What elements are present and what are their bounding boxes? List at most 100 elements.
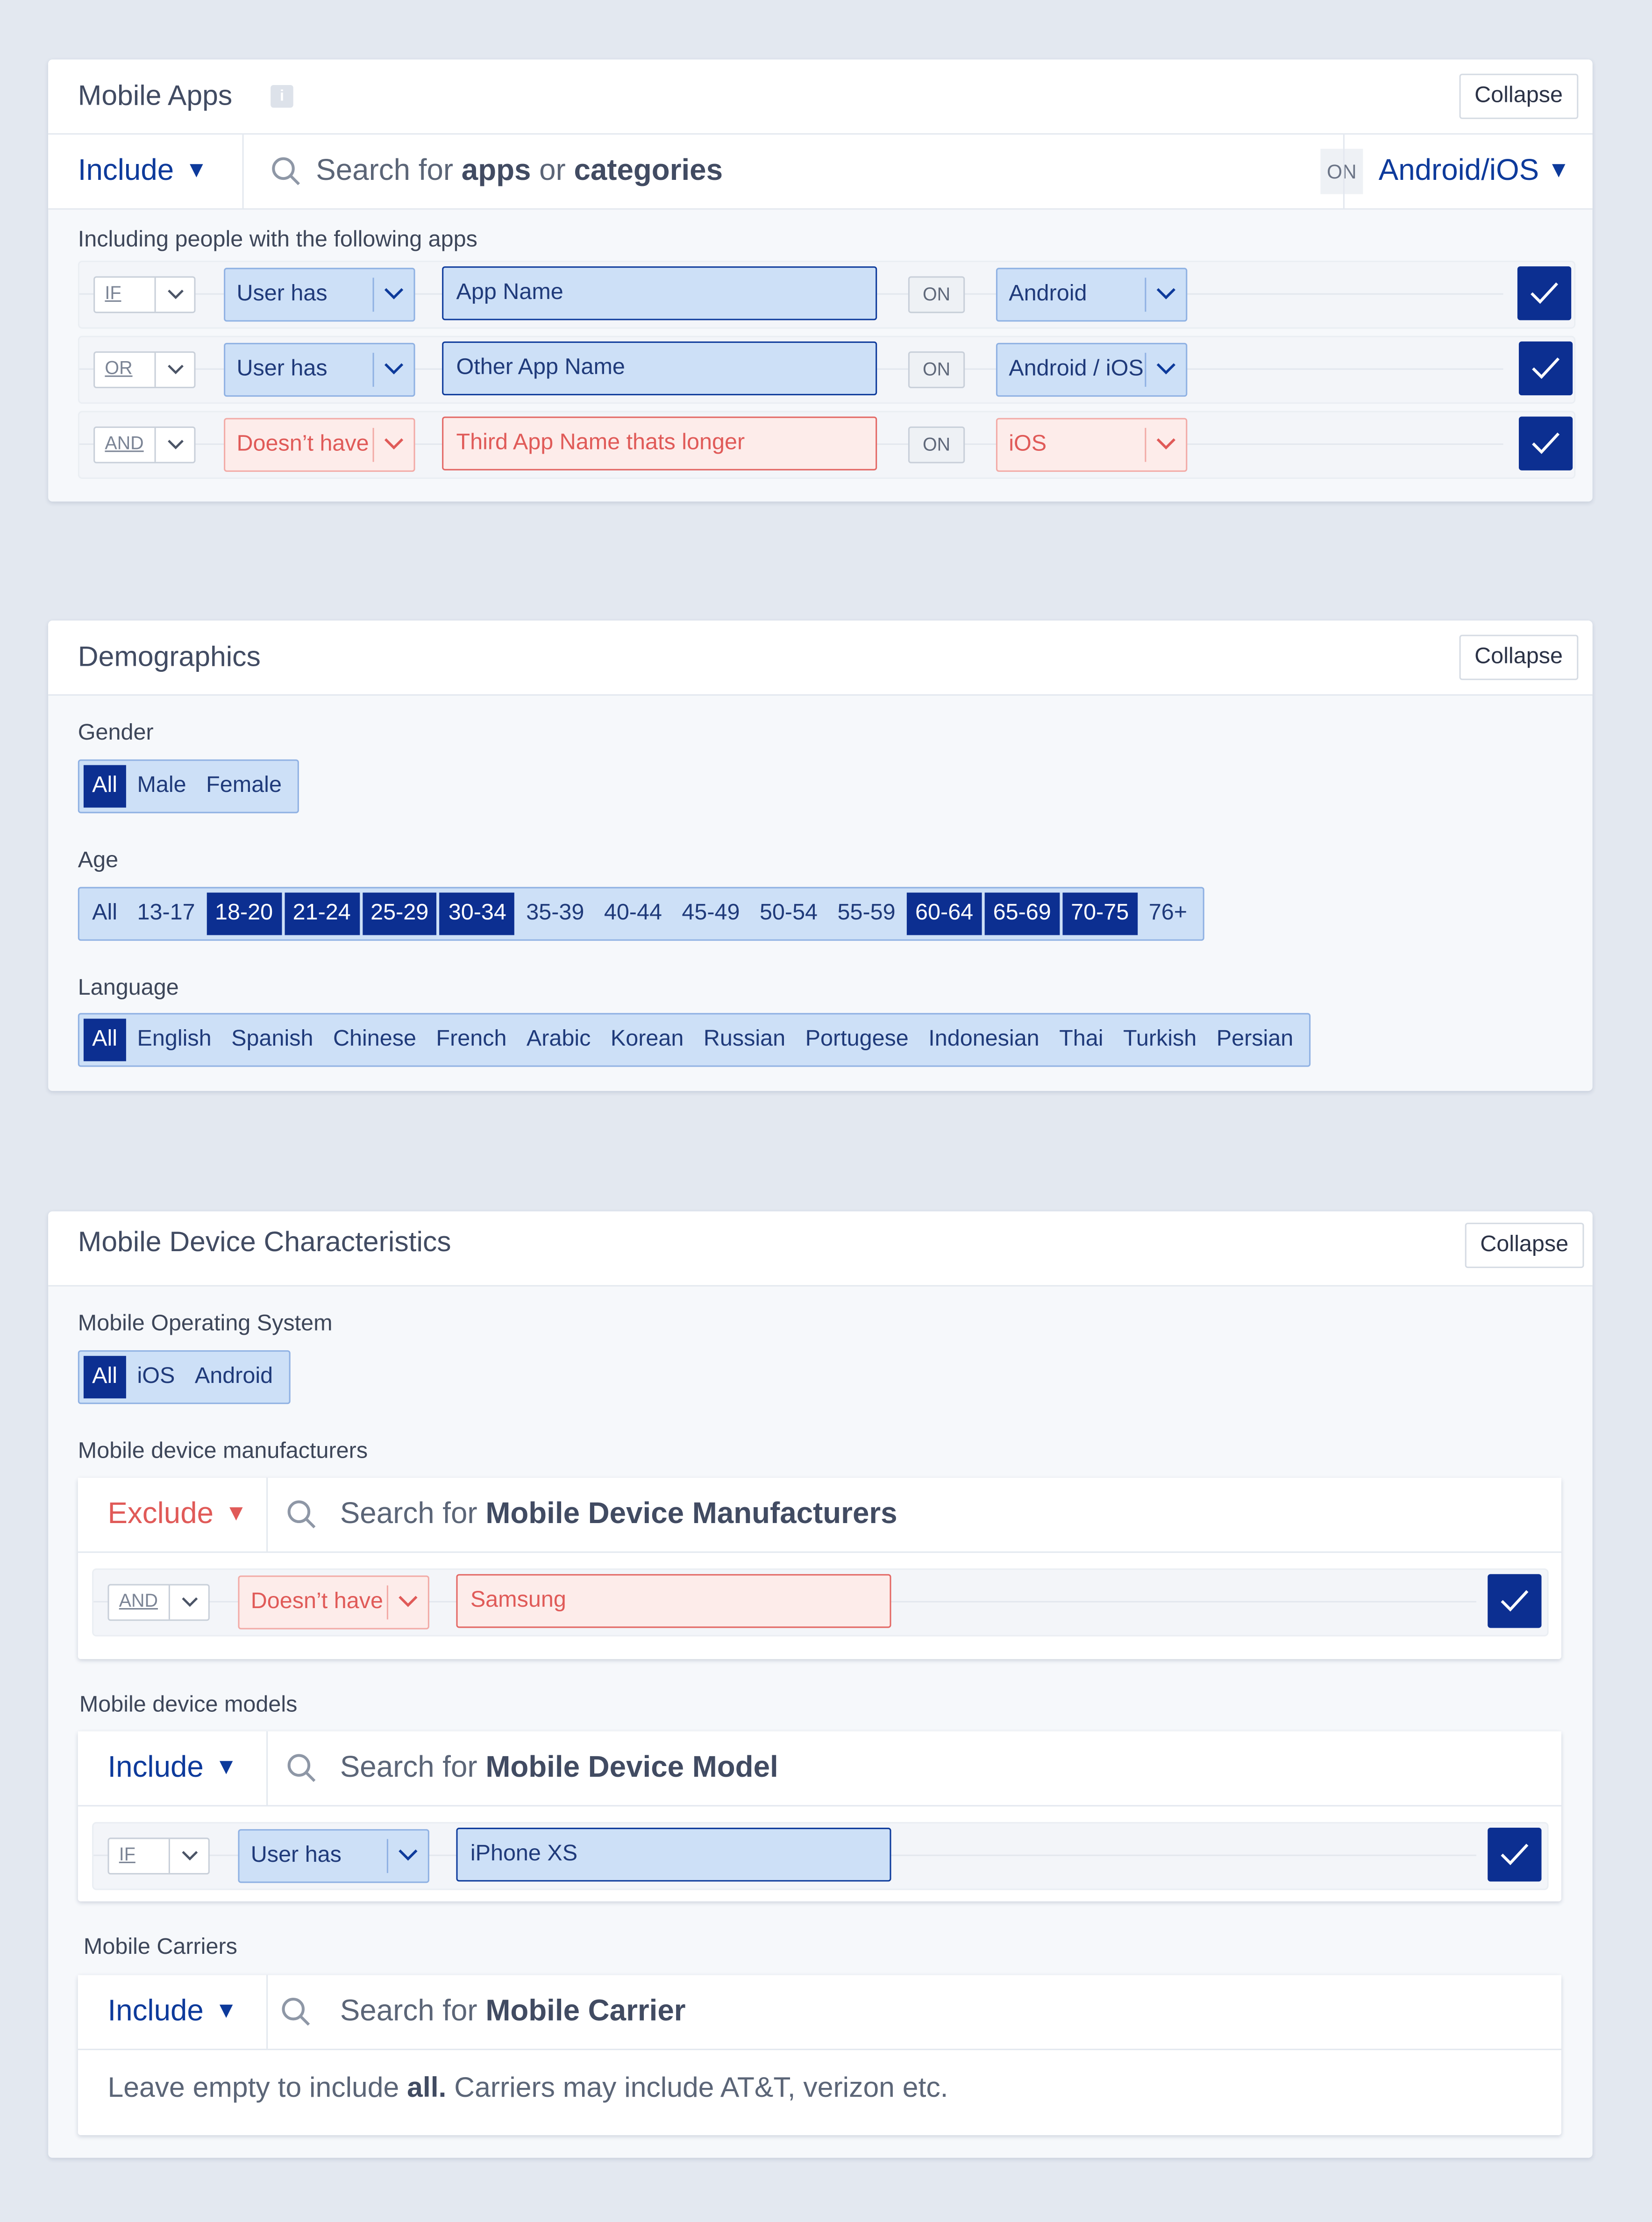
connector-dropdown[interactable]: AND [107, 1584, 210, 1621]
condition-dropdown[interactable]: Doesn’t have [224, 418, 415, 472]
language-option[interactable]: All [83, 1018, 126, 1061]
carriers-search-input[interactable]: Search for Mobile Carrier [340, 1995, 686, 2029]
exclude-label: Exclude [107, 1497, 214, 1531]
age-option[interactable]: 65-69 [984, 892, 1060, 935]
on-badge[interactable]: ON [908, 351, 965, 388]
chevron-down-icon [182, 1851, 198, 1861]
manufacturers-search-input[interactable]: Search for Mobile Device Manufacturers [340, 1497, 897, 1531]
include-dropdown[interactable]: Include ▼ [48, 135, 244, 208]
age-option[interactable]: 18-20 [206, 892, 282, 935]
platform-select[interactable]: Android / iOS [996, 342, 1188, 397]
age-option[interactable]: 50-54 [751, 893, 826, 935]
confirm-check-button[interactable] [1518, 341, 1573, 396]
condition-dropdown[interactable]: User has [238, 1829, 429, 1883]
app-name-field[interactable]: Third App Name thats longer [442, 416, 877, 470]
gender-option[interactable]: Female [198, 765, 290, 808]
age-option[interactable]: 55-59 [829, 893, 904, 935]
age-option[interactable]: All [84, 893, 126, 935]
os-option[interactable]: iOS [128, 1356, 183, 1398]
platform-select[interactable]: iOS [996, 418, 1188, 472]
language-option[interactable]: Turkish [1115, 1018, 1205, 1061]
language-option[interactable]: English [128, 1018, 220, 1061]
language-option[interactable]: Russian [695, 1018, 794, 1061]
card-title: Mobile Device Characteristics [78, 1227, 451, 1258]
models-label: Mobile device models [79, 1693, 298, 1717]
age-option[interactable]: 70-75 [1062, 892, 1138, 935]
chevron-down-icon [1156, 438, 1175, 450]
language-option[interactable]: Arabic [518, 1018, 599, 1061]
language-option[interactable]: Spanish [223, 1018, 322, 1061]
app-name-field[interactable]: App Name [442, 266, 877, 320]
confirm-check-button[interactable] [1518, 416, 1573, 470]
age-option[interactable]: 25-29 [362, 892, 437, 935]
model-field[interactable]: iPhone XS [456, 1828, 891, 1882]
age-option[interactable]: 13-17 [128, 893, 203, 935]
include-dropdown[interactable]: Include ▼ [78, 1975, 268, 2049]
language-option[interactable]: Persian [1208, 1018, 1302, 1061]
connector-dropdown[interactable]: IF [107, 1837, 210, 1875]
gender-option[interactable]: Male [128, 765, 195, 808]
chevron-down-icon [168, 440, 184, 449]
on-badge[interactable]: ON [908, 426, 965, 463]
age-option[interactable]: 21-24 [284, 892, 359, 935]
include-dropdown[interactable]: Include ▼ [78, 1731, 268, 1805]
apps-search-input[interactable]: Search for apps or categories [316, 155, 723, 189]
connector-dropdown[interactable]: IF [93, 276, 196, 313]
checkmark-icon [1532, 432, 1560, 454]
age-option[interactable]: 40-44 [596, 893, 670, 935]
on-badge[interactable]: ON [908, 276, 965, 313]
collapse-button[interactable]: Collapse [1459, 73, 1579, 119]
os-segmented-control: All iOS Android [78, 1350, 290, 1404]
condition-dropdown[interactable]: User has [224, 342, 415, 397]
connector-dropdown[interactable]: AND [93, 426, 196, 463]
manufacturer-field[interactable]: Samsung [456, 1574, 891, 1628]
rule-row: AND Doesn’t have Samsung [92, 1568, 1549, 1637]
checkmark-icon [1501, 1844, 1529, 1866]
age-option[interactable]: 60-64 [906, 892, 982, 935]
age-label: Age [78, 848, 119, 873]
platform-select[interactable]: Android [996, 268, 1188, 322]
card-header: Mobile Device Characteristics Collapse [48, 1211, 1593, 1287]
collapse-button[interactable]: Collapse [1459, 634, 1579, 680]
age-option[interactable]: 76+ [1140, 893, 1196, 935]
chevron-down-icon [384, 363, 404, 375]
caret-down-icon: ▼ [1547, 158, 1570, 183]
include-label: Include [107, 1751, 204, 1784]
collapse-button[interactable]: Collapse [1464, 1223, 1584, 1268]
confirm-check-button[interactable] [1488, 1574, 1542, 1628]
models-search-input[interactable]: Search for Mobile Device Model [340, 1751, 778, 1785]
platform-dropdown[interactable]: Android/iOS ▼ [1343, 135, 1593, 208]
age-option[interactable]: 30-34 [440, 892, 515, 935]
apps-search-bar: Include ▼ Search for apps or categories … [48, 135, 1593, 210]
models-panel: Include ▼ Search for Mobile Device Model… [78, 1731, 1561, 1902]
language-option[interactable]: Indonesian [920, 1018, 1048, 1061]
language-option[interactable]: Thai [1051, 1018, 1112, 1061]
info-icon[interactable]: i [271, 85, 293, 108]
gender-label: Gender [78, 721, 154, 746]
rule-row: IF User has iPhone XS [92, 1822, 1549, 1890]
language-option[interactable]: French [427, 1018, 515, 1061]
chevron-down-icon [1156, 363, 1175, 375]
caret-down-icon: ▼ [185, 158, 208, 183]
condition-dropdown[interactable]: User has [224, 268, 415, 322]
exclude-dropdown[interactable]: Exclude ▼ [78, 1478, 268, 1552]
language-option[interactable]: Chinese [325, 1018, 425, 1061]
language-option[interactable]: Korean [602, 1018, 692, 1061]
chevron-down-icon [399, 1849, 418, 1861]
chevron-down-icon [399, 1595, 418, 1607]
os-option[interactable]: All [83, 1356, 126, 1399]
confirm-check-button[interactable] [1488, 1828, 1542, 1882]
gender-option[interactable]: All [83, 765, 126, 808]
age-option[interactable]: 45-49 [673, 893, 748, 935]
language-option[interactable]: Portugese [797, 1018, 917, 1061]
app-name-field[interactable]: Other App Name [442, 341, 877, 396]
include-label: Include [78, 154, 174, 187]
condition-dropdown[interactable]: Doesn’t have [238, 1575, 429, 1630]
card-title: Mobile Apps [78, 80, 233, 112]
os-option[interactable]: Android [186, 1356, 282, 1398]
connector-dropdown[interactable]: OR [93, 351, 196, 388]
confirm-check-button[interactable] [1517, 266, 1572, 320]
age-option[interactable]: 35-39 [518, 893, 592, 935]
search-icon [282, 1997, 310, 2026]
carriers-search-bar: Include ▼ Search for Mobile Carrier [78, 1975, 1561, 2051]
